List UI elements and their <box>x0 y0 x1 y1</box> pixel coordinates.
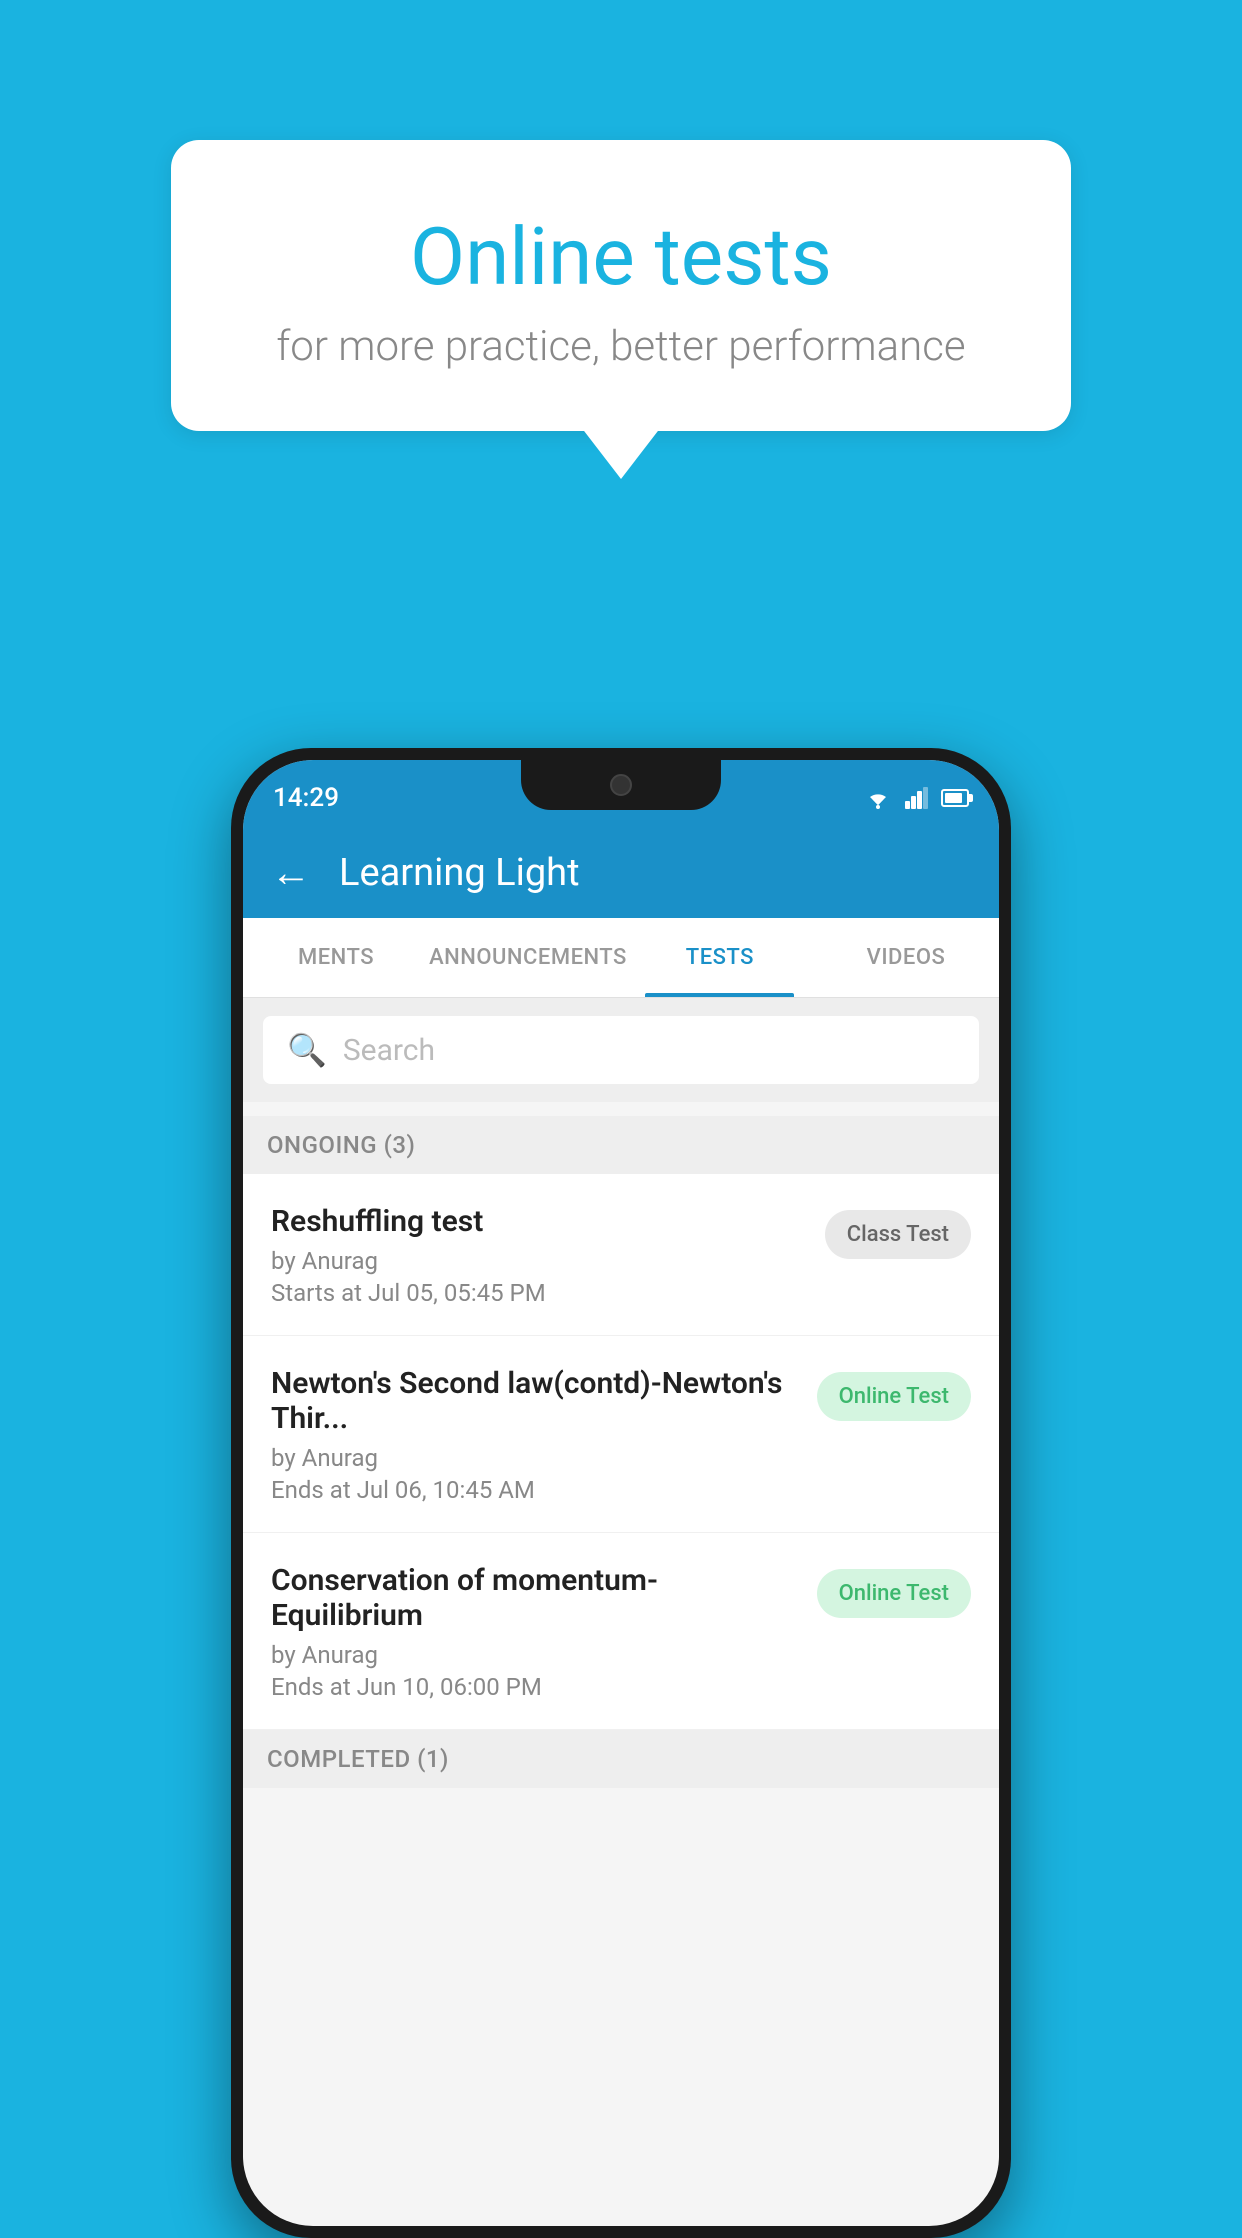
test-by-3: by Anurag <box>271 1641 801 1669</box>
notch <box>521 760 721 810</box>
bubble-subtitle: for more practice, better performance <box>251 322 991 371</box>
search-bar[interactable]: 🔍 Search <box>263 1016 979 1084</box>
tab-videos[interactable]: VIDEOS <box>813 918 999 997</box>
bubble-title: Online tests <box>251 210 991 304</box>
test-date-3: Ends at Jun 10, 06:00 PM <box>271 1673 801 1701</box>
test-item-2[interactable]: Newton's Second law(contd)-Newton's Thir… <box>243 1336 999 1533</box>
app-title: Learning Light <box>339 851 580 895</box>
test-badge-2: Online Test <box>817 1372 971 1421</box>
test-badge-1: Class Test <box>825 1210 971 1259</box>
test-by-1: by Anurag <box>271 1247 809 1275</box>
test-by-2: by Anurag <box>271 1444 801 1472</box>
battery-icon <box>941 789 969 807</box>
completed-label: COMPLETED (1) <box>267 1745 449 1773</box>
app-header: ← Learning Light <box>243 828 999 918</box>
search-container: 🔍 Search <box>243 998 999 1102</box>
test-name-1: Reshuffling test <box>271 1204 809 1239</box>
signal-icon <box>905 787 929 809</box>
test-name-2: Newton's Second law(contd)-Newton's Thir… <box>271 1366 801 1436</box>
test-item-3[interactable]: Conservation of momentum-Equilibrium by … <box>243 1533 999 1730</box>
phone-mockup: 14:29 <box>231 748 1011 2238</box>
phone-outer: 14:29 <box>231 748 1011 2238</box>
ongoing-label: ONGOING (3) <box>267 1131 415 1159</box>
phone-screen: 14:29 <box>243 760 999 2226</box>
completed-section-header: COMPLETED (1) <box>243 1730 999 1788</box>
camera <box>610 774 632 796</box>
tab-ments[interactable]: MENTS <box>243 918 429 997</box>
test-item-1[interactable]: Reshuffling test by Anurag Starts at Jul… <box>243 1174 999 1336</box>
test-name-3: Conservation of momentum-Equilibrium <box>271 1563 801 1633</box>
test-info-1: Reshuffling test by Anurag Starts at Jul… <box>271 1204 809 1307</box>
ongoing-section-header: ONGOING (3) <box>243 1116 999 1174</box>
speech-bubble: Online tests for more practice, better p… <box>171 140 1071 431</box>
wifi-icon <box>863 787 893 809</box>
back-button[interactable]: ← <box>271 853 311 893</box>
test-badge-3: Online Test <box>817 1569 971 1618</box>
promo-section: Online tests for more practice, better p… <box>171 140 1071 431</box>
search-icon: 🔍 <box>287 1031 327 1069</box>
tab-announcements[interactable]: ANNOUNCEMENTS <box>429 918 627 997</box>
tabs-container: MENTS ANNOUNCEMENTS TESTS VIDEOS <box>243 918 999 998</box>
test-info-2: Newton's Second law(contd)-Newton's Thir… <box>271 1366 801 1504</box>
search-placeholder: Search <box>343 1033 435 1068</box>
tests-list: Reshuffling test by Anurag Starts at Jul… <box>243 1174 999 1730</box>
test-date-2: Ends at Jul 06, 10:45 AM <box>271 1476 801 1504</box>
test-info-3: Conservation of momentum-Equilibrium by … <box>271 1563 801 1701</box>
test-date-1: Starts at Jul 05, 05:45 PM <box>271 1279 809 1307</box>
status-time: 14:29 <box>273 775 339 813</box>
status-icons <box>863 779 969 809</box>
tab-tests[interactable]: TESTS <box>627 918 813 997</box>
